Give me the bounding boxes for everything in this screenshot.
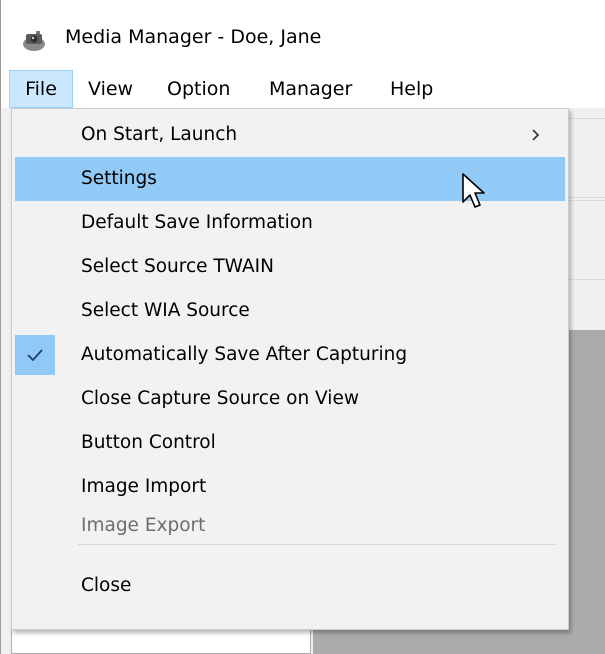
menu-item-label: Settings bbox=[81, 168, 157, 189]
menu-view[interactable]: View bbox=[88, 70, 133, 108]
menu-item-label: Image Export bbox=[81, 515, 206, 536]
menu-item-label: Button Control bbox=[81, 432, 216, 453]
menu-item-label: Automatically Save After Capturing bbox=[81, 344, 408, 365]
menu-item-label: Close bbox=[81, 575, 132, 596]
menu-item-image-export: Image Export bbox=[15, 509, 565, 543]
media-manager-app-icon bbox=[23, 31, 45, 51]
window-title: Media Manager - Doe, Jane bbox=[65, 26, 322, 48]
check-gutter bbox=[15, 335, 55, 375]
title-bar: Media Manager - Doe, Jane bbox=[1, 0, 605, 70]
menu-item-on-start-launch[interactable]: On Start, Launch bbox=[15, 113, 565, 157]
menu-item-label: Default Save Information bbox=[81, 212, 313, 233]
app-window: Media Manager - Doe, Jane File View Opti… bbox=[0, 0, 605, 654]
menu-file[interactable]: File bbox=[9, 70, 73, 108]
menu-item-select-source-twain[interactable]: Select Source TWAIN bbox=[15, 245, 565, 289]
menu-item-label: On Start, Launch bbox=[81, 124, 238, 145]
menu-item-button-control[interactable]: Button Control bbox=[15, 421, 565, 465]
menu-item-label: Close Capture Source on View bbox=[81, 388, 359, 409]
menu-manager[interactable]: Manager bbox=[269, 70, 352, 108]
menu-bar: File View Option Manager Help bbox=[1, 70, 605, 108]
menu-item-close-capture-source-on-view[interactable]: Close Capture Source on View bbox=[15, 377, 565, 421]
menu-item-label: Select WIA Source bbox=[81, 300, 250, 321]
chevron-right-icon bbox=[532, 129, 540, 141]
menu-item-close[interactable]: Close bbox=[15, 564, 565, 608]
menu-item-automatically-save-after-capturing[interactable]: Automatically Save After Capturing bbox=[15, 333, 565, 377]
menu-help[interactable]: Help bbox=[390, 70, 433, 108]
checkmark-icon bbox=[27, 349, 43, 362]
menu-item-image-import[interactable]: Image Import bbox=[15, 465, 565, 509]
menu-item-label: Image Import bbox=[81, 476, 207, 497]
arrow-cursor-icon bbox=[462, 173, 485, 208]
menu-item-select-wia-source[interactable]: Select WIA Source bbox=[15, 289, 565, 333]
menu-item-label: Select Source TWAIN bbox=[81, 256, 274, 277]
menu-option[interactable]: Option bbox=[167, 70, 230, 108]
menu-separator bbox=[78, 544, 556, 545]
